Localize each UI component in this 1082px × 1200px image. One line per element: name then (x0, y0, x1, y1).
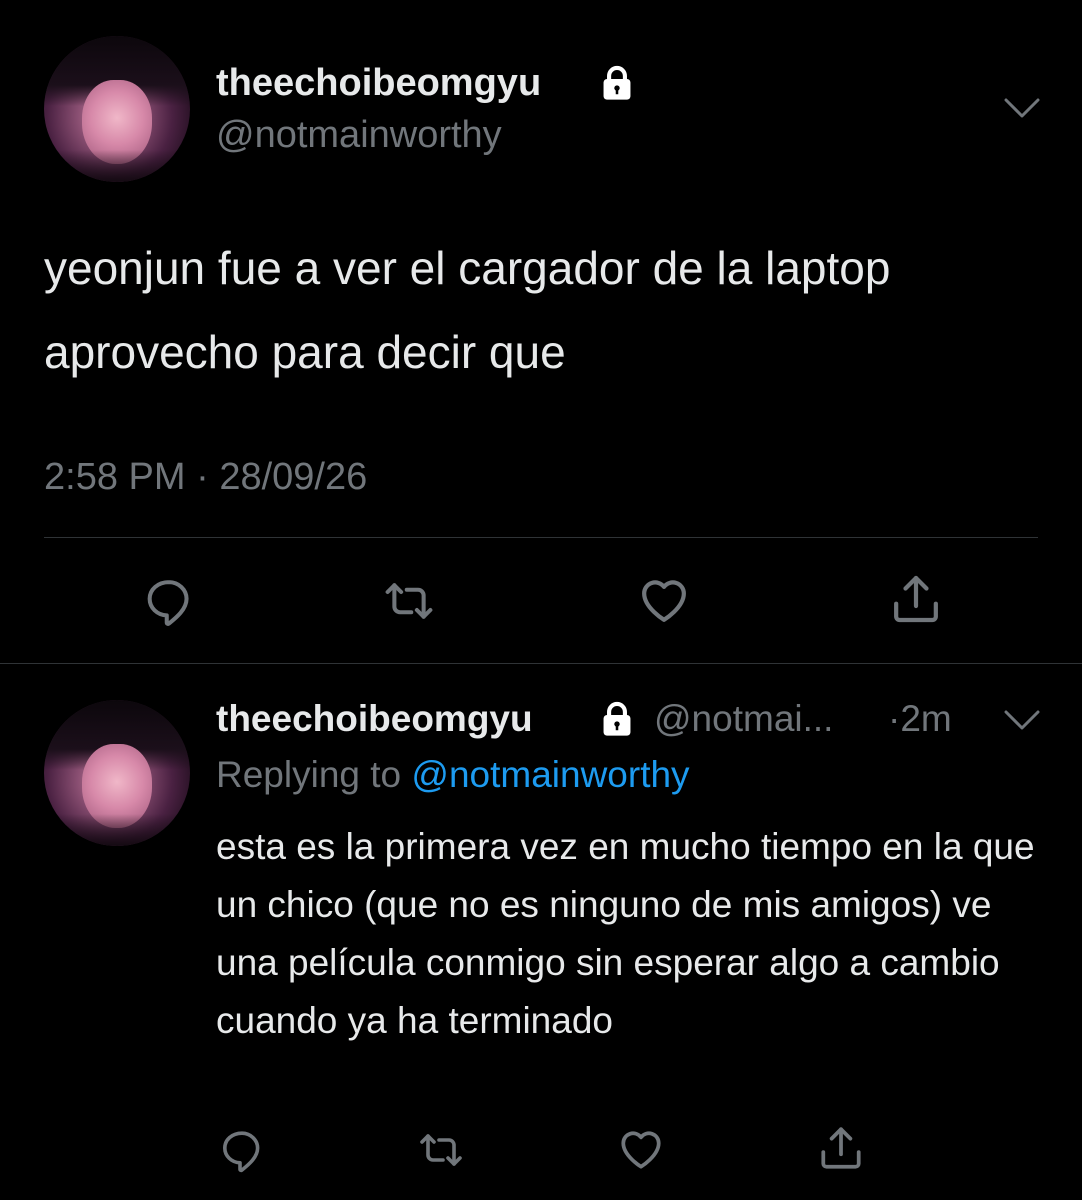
time: 2:58 PM (44, 456, 186, 498)
avatar[interactable] (44, 700, 190, 846)
chevron-down-icon[interactable] (1002, 706, 1042, 739)
reply-text: esta es la primera vez en mucho tiempo e… (216, 826, 1035, 1041)
handle[interactable]: @notmainworthy (216, 114, 502, 157)
divider (44, 537, 1038, 538)
tweet-text: yeonjun fue a ver el cargador de la lapt… (44, 242, 891, 378)
share-icon[interactable] (816, 1122, 866, 1174)
date: 28/09/26 (219, 456, 368, 498)
time-ago[interactable]: ·2m (888, 698, 952, 740)
mention-link[interactable]: @notmainworthy (411, 754, 689, 795)
share-icon[interactable] (888, 570, 944, 628)
display-name[interactable]: theechoibeomgyu (216, 62, 541, 105)
heart-icon[interactable] (636, 572, 692, 628)
replying-to: Replying to @notmainworthy (216, 754, 690, 796)
lock-icon (598, 700, 636, 738)
chevron-down-icon[interactable] (1002, 94, 1042, 127)
timestamp[interactable]: 2:58 PM · 28/09/26 (44, 456, 367, 499)
display-name[interactable]: theechoibeomgyu (216, 698, 533, 740)
reply-icon[interactable] (218, 1126, 266, 1174)
divider (0, 663, 1082, 664)
replying-to-label: Replying to (216, 754, 402, 795)
heart-icon[interactable] (616, 1124, 666, 1174)
handle[interactable]: @notmai... (654, 698, 833, 740)
retweet-icon[interactable] (382, 574, 436, 628)
lock-icon (598, 64, 636, 102)
retweet-icon[interactable] (416, 1126, 466, 1174)
separator: · (196, 456, 209, 498)
avatar[interactable] (44, 36, 190, 182)
reply-icon[interactable] (142, 574, 196, 628)
